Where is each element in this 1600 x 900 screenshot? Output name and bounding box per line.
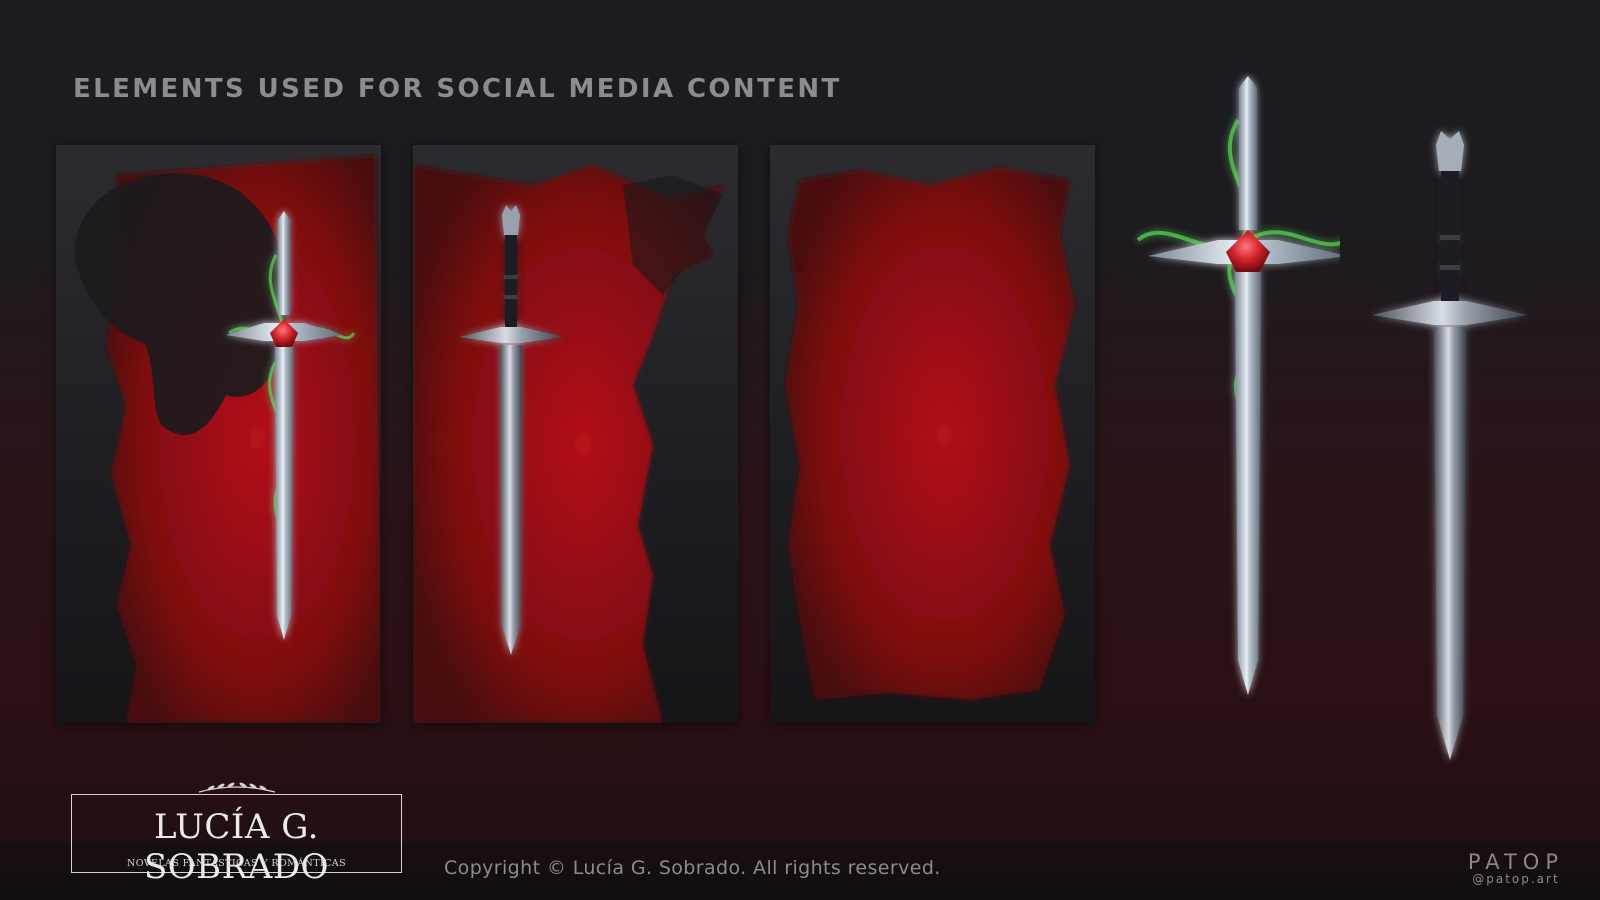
brand-handle: @patop.art [1472,872,1560,886]
logo-tagline: NOVELAS FANTÁSTICAS Y ROMÁNTICAS [127,858,346,869]
ruby-sword-large [1136,76,1340,695]
panel-wolf-sword [413,145,738,723]
wolf-sword-large [1372,131,1528,760]
copyright-text: Copyright © Lucía G. Sobrado. All rights… [444,857,941,879]
brushstroke-icon [785,167,1075,700]
page-heading: ELEMENTS USED FOR SOCIAL MEDIA CONTENT [73,74,842,104]
author-logo: LUCÍA G. SOBRADO NOVELAS FANTÁSTICAS Y R… [71,794,402,887]
artist-brand: PATOP @patop.art [1468,850,1564,886]
panel-silhouette-girl-sword [56,145,381,723]
brand-name: PATOP [1467,850,1564,874]
panel-red-brushstroke [770,145,1095,723]
logo-name: LUCÍA G. SOBRADO [144,807,329,887]
